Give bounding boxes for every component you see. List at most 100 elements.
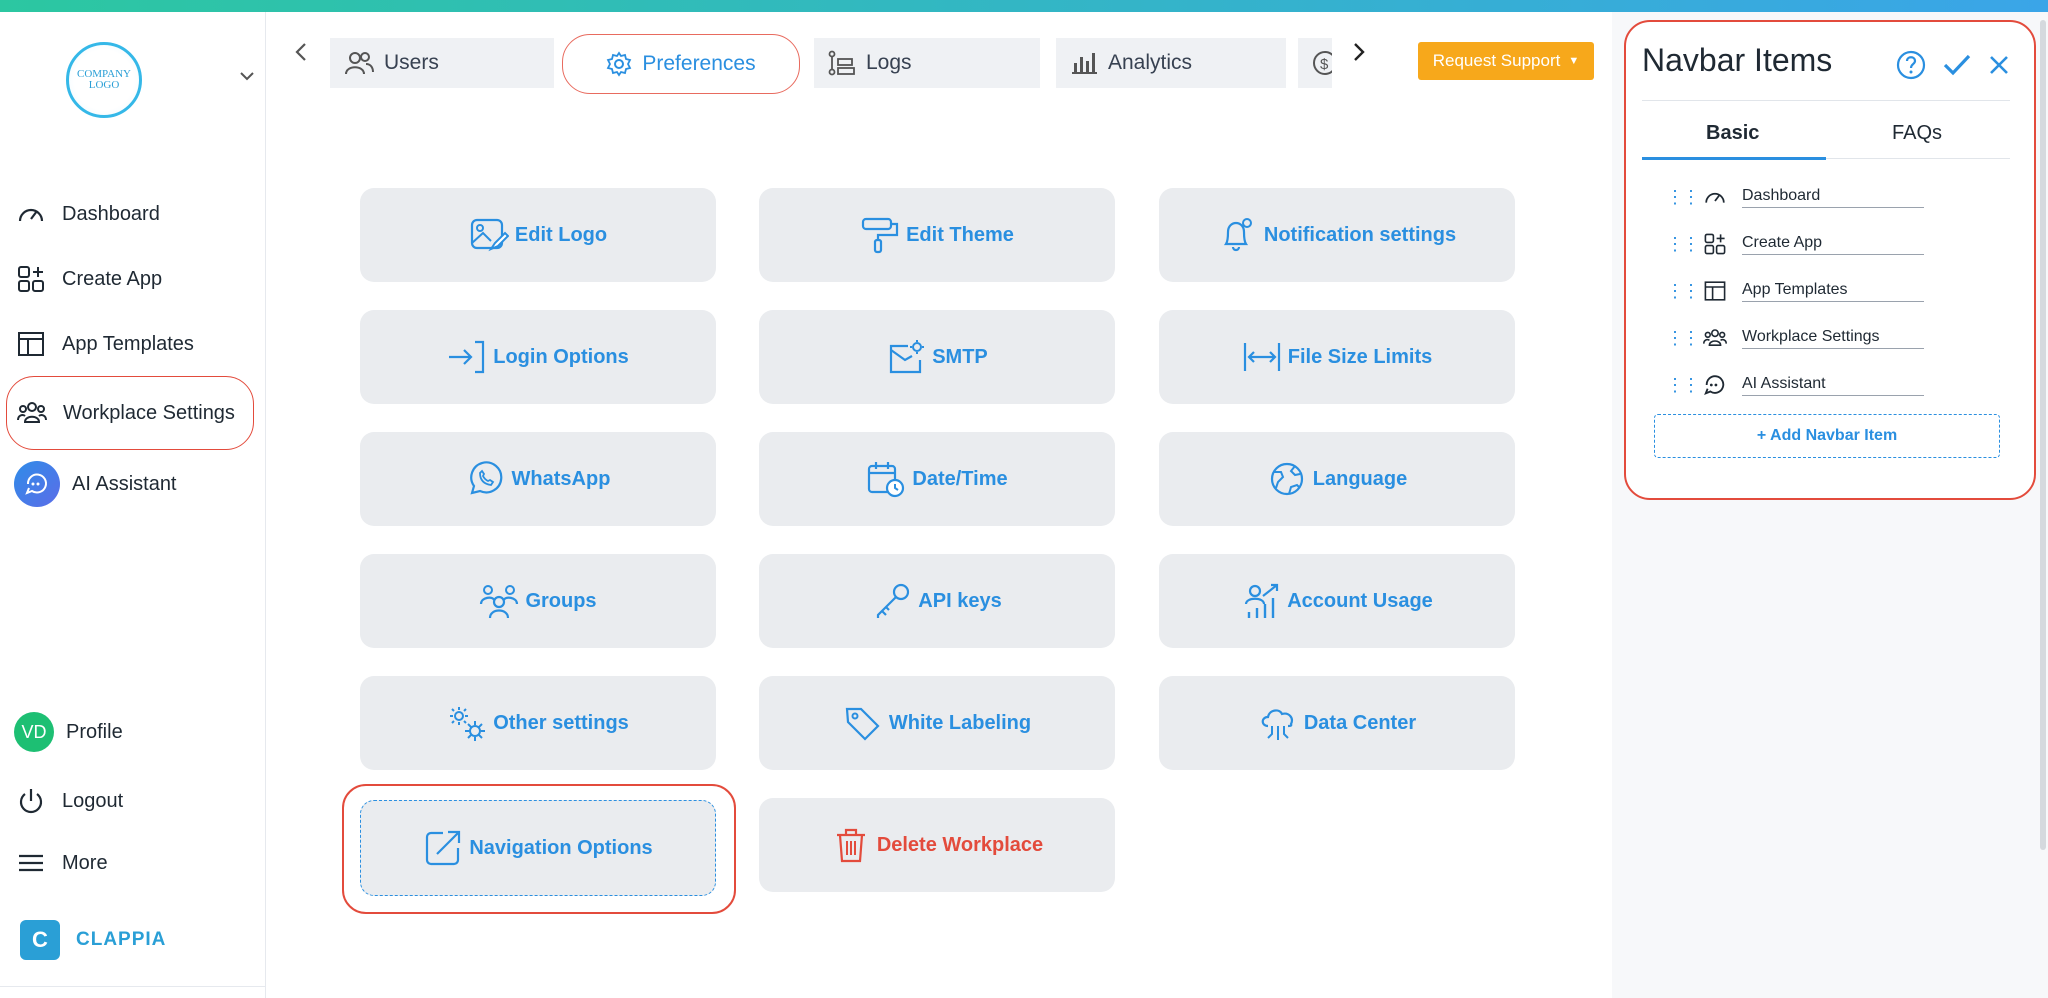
add-navbar-item-button[interactable]: + Add Navbar Item bbox=[1654, 414, 2000, 458]
tab-users[interactable]: Users bbox=[330, 38, 554, 88]
drag-handle-icon[interactable]: ⋮⋮ bbox=[1666, 234, 1700, 255]
drag-handle-icon[interactable]: ⋮⋮ bbox=[1666, 187, 1700, 208]
navbar-item-row[interactable]: ⋮⋮ AI Assistant bbox=[1666, 368, 2006, 402]
sidebar-item-app-templates[interactable]: App Templates bbox=[14, 320, 254, 368]
users-group-icon bbox=[15, 396, 49, 430]
language-button[interactable]: Language bbox=[1159, 432, 1515, 526]
logs-icon bbox=[828, 50, 856, 76]
sidebar-item-label: Dashboard bbox=[62, 202, 160, 225]
navigation-options-button[interactable]: Navigation Options bbox=[360, 800, 716, 896]
account-usage-button[interactable]: Account Usage bbox=[1159, 554, 1515, 648]
sidebar-item-label: More bbox=[62, 851, 108, 874]
tab-scroll-left-icon[interactable] bbox=[294, 38, 308, 70]
navbar-items-panel: Navbar Items Basic FAQs ⋮⋮ Dashboard ⋮⋮ … bbox=[1624, 20, 2036, 500]
button-label: Other settings bbox=[493, 711, 629, 734]
sidebar-item-dashboard[interactable]: Dashboard bbox=[14, 190, 254, 238]
data-center-button[interactable]: Data Center bbox=[1159, 676, 1515, 770]
login-icon bbox=[447, 338, 487, 376]
sidebar-item-profile[interactable]: VD Profile bbox=[14, 708, 254, 756]
navbar-item-name[interactable]: Create App bbox=[1742, 234, 1924, 255]
tab-label: Analytics bbox=[1108, 51, 1193, 74]
edit-logo-button[interactable]: Edit Logo bbox=[360, 188, 716, 282]
tab-label: Preferences bbox=[642, 52, 756, 75]
top-gradient-bar bbox=[0, 0, 2048, 12]
sidebar-item-create-app[interactable]: Create App bbox=[14, 255, 254, 303]
image-edit-icon bbox=[469, 217, 509, 253]
clappia-brand[interactable]: C CLAPPIA bbox=[20, 920, 166, 960]
template-icon bbox=[14, 327, 48, 361]
navbar-item-name[interactable]: Dashboard bbox=[1742, 187, 1924, 208]
drag-handle-icon[interactable]: ⋮⋮ bbox=[1666, 375, 1700, 396]
trash-icon bbox=[831, 825, 871, 865]
tab-analytics[interactable]: Analytics bbox=[1056, 38, 1286, 88]
tab-scroll-right-icon[interactable] bbox=[1352, 38, 1366, 70]
sidebar-item-workplace-settings[interactable]: Workplace Settings bbox=[6, 376, 254, 450]
button-label: Account Usage bbox=[1287, 589, 1433, 612]
tab-preferences[interactable]: Preferences bbox=[562, 34, 800, 94]
sidebar-item-ai-assistant[interactable]: AI Assistant bbox=[14, 460, 254, 508]
panel-tab-faqs[interactable]: FAQs bbox=[1892, 122, 1942, 145]
chevron-down-icon[interactable] bbox=[240, 68, 254, 86]
calendar-clock-icon bbox=[866, 460, 906, 498]
smtp-button[interactable]: SMTP bbox=[759, 310, 1115, 404]
check-icon[interactable] bbox=[1942, 52, 1972, 83]
tab-label: Users bbox=[384, 51, 439, 74]
request-support-button[interactable]: Request Support ▼ bbox=[1418, 42, 1594, 80]
login-options-button[interactable]: Login Options bbox=[360, 310, 716, 404]
ai-chat-icon bbox=[14, 461, 60, 507]
panel-title: Navbar Items bbox=[1642, 42, 1833, 78]
date-time-button[interactable]: Date/Time bbox=[759, 432, 1115, 526]
api-keys-button[interactable]: API keys bbox=[759, 554, 1115, 648]
delete-workplace-button[interactable]: Delete Workplace bbox=[759, 798, 1115, 892]
settings-tabs: Users Preferences Logs Analytics $ Reque… bbox=[280, 24, 1596, 94]
navbar-item-row[interactable]: ⋮⋮ Workplace Settings bbox=[1666, 321, 2006, 355]
close-icon[interactable] bbox=[1988, 54, 2010, 81]
navbar-item-row[interactable]: ⋮⋮ Dashboard bbox=[1666, 180, 2006, 214]
sidebar-item-logout[interactable]: Logout bbox=[14, 777, 254, 825]
edit-theme-button[interactable]: Edit Theme bbox=[759, 188, 1115, 282]
group-icon bbox=[479, 582, 519, 620]
button-label: API keys bbox=[918, 589, 1002, 612]
file-size-limits-button[interactable]: File Size Limits bbox=[1159, 310, 1515, 404]
white-labeling-button[interactable]: White Labeling bbox=[759, 676, 1115, 770]
tab-billing[interactable]: $ bbox=[1298, 38, 1332, 88]
panel-actions bbox=[1896, 50, 2010, 85]
whatsapp-button[interactable]: WhatsApp bbox=[360, 432, 716, 526]
right-panel-scrollbar[interactable] bbox=[2040, 20, 2046, 850]
gears-icon bbox=[447, 704, 487, 742]
button-label: Date/Time bbox=[912, 467, 1008, 490]
key-icon bbox=[872, 582, 912, 620]
resize-icon bbox=[1242, 338, 1282, 376]
tab-logs[interactable]: Logs bbox=[814, 38, 1040, 88]
sidebar-item-more[interactable]: More bbox=[14, 839, 254, 887]
navbar-item-name[interactable]: App Templates bbox=[1742, 281, 1924, 302]
sidebar-item-label: Logout bbox=[62, 789, 124, 812]
tab-label: Logs bbox=[866, 51, 912, 74]
other-settings-button[interactable]: Other settings bbox=[360, 676, 716, 770]
navbar-item-name[interactable]: Workplace Settings bbox=[1742, 328, 1924, 349]
groups-button[interactable]: Groups bbox=[360, 554, 716, 648]
bell-icon bbox=[1218, 216, 1258, 254]
button-label: SMTP bbox=[932, 345, 988, 368]
button-label: Groups bbox=[525, 589, 597, 612]
button-label: Data Center bbox=[1303, 711, 1417, 734]
drag-handle-icon[interactable]: ⋮⋮ bbox=[1666, 281, 1700, 302]
notification-settings-button[interactable]: Notification settings bbox=[1159, 188, 1515, 282]
navbar-item-name[interactable]: AI Assistant bbox=[1742, 375, 1924, 396]
avatar: VD bbox=[14, 712, 54, 752]
caret-down-icon: ▼ bbox=[1568, 55, 1580, 67]
gauge-icon bbox=[1702, 185, 1732, 209]
panel-tab-basic[interactable]: Basic bbox=[1706, 122, 1759, 145]
company-logo[interactable]: COMPANY LOGO bbox=[66, 42, 142, 118]
sidebar-item-label: App Templates bbox=[62, 332, 194, 355]
sidebar-item-label: AI Assistant bbox=[72, 472, 177, 495]
bar-chart-icon bbox=[1070, 51, 1098, 75]
apps-plus-icon bbox=[14, 262, 48, 296]
gear-icon bbox=[606, 51, 632, 77]
cloud-network-icon bbox=[1258, 704, 1298, 742]
drag-handle-icon[interactable]: ⋮⋮ bbox=[1666, 328, 1700, 349]
menu-icon bbox=[14, 846, 48, 880]
navbar-item-row[interactable]: ⋮⋮ App Templates bbox=[1666, 274, 2006, 308]
help-icon[interactable] bbox=[1896, 50, 1926, 85]
navbar-item-row[interactable]: ⋮⋮ Create App bbox=[1666, 227, 2006, 261]
